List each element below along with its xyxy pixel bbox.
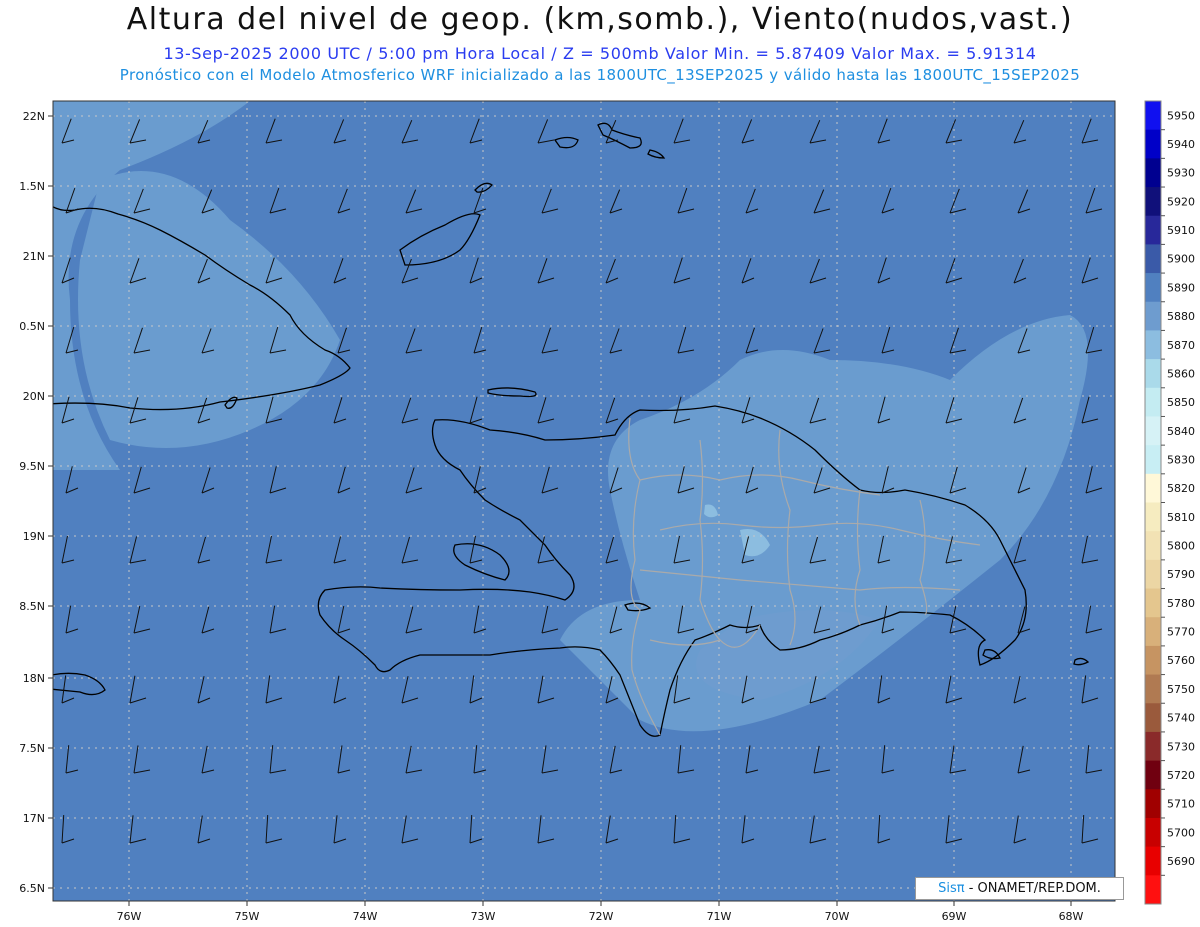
lon-tick-label: 73W	[471, 910, 496, 923]
lat-tick-label: 8.5N	[19, 600, 45, 613]
colorbar-segment	[1145, 789, 1161, 819]
map-figure: 76W 75W 74W 73W 72W 71W 70W 69W 68W 22N 1.5N 21N 0.5…	[19, 100, 1195, 923]
colorbar-segment	[1145, 244, 1161, 274]
colorbar-label: 5710	[1167, 798, 1195, 811]
credit-box: Sisπ - ONAMET/REP.DOM.	[915, 877, 1124, 900]
colorbar-segment	[1145, 301, 1161, 331]
colorbar-segment	[1145, 473, 1161, 503]
lon-tick-label: 74W	[353, 910, 378, 923]
lat-tick-label: 21N	[23, 250, 45, 263]
colorbar-label: 5830	[1167, 453, 1195, 466]
colorbar-label: 5890	[1167, 281, 1195, 294]
colorbar-segment	[1145, 101, 1161, 131]
colorbar-segment	[1145, 129, 1161, 159]
lon-tick-label: 75W	[235, 910, 260, 923]
lon-tick-label: 76W	[117, 910, 142, 923]
colorbar-segment	[1145, 502, 1161, 532]
jamaica-north-coast	[35, 630, 52, 647]
colorbar-label: 5920	[1167, 195, 1195, 208]
lat-tick-label: 19N	[23, 530, 45, 543]
colorbar-segment	[1145, 645, 1161, 676]
colorbar-label: 5720	[1167, 769, 1195, 782]
colorbar-label: 5810	[1167, 511, 1195, 524]
colorbar-segment	[1145, 817, 1161, 848]
colorbar-segment	[1145, 387, 1161, 417]
colorbar-segment	[1145, 559, 1161, 590]
colorbar-label: 5700	[1167, 826, 1195, 839]
colorbar-segment	[1145, 330, 1161, 360]
colorbar-segment	[1145, 158, 1161, 188]
colorbar-label: 5900	[1167, 253, 1195, 266]
lat-tick-label: 18N	[23, 672, 45, 685]
colorbar-segment	[1145, 187, 1161, 217]
lon-tick-label: 68W	[1059, 910, 1084, 923]
credit-sis: Sisπ	[938, 881, 965, 896]
colorbar-segment	[1145, 846, 1161, 876]
lat-tick-label: 0.5N	[19, 320, 45, 333]
lat-tick-label: 17N	[23, 812, 45, 825]
colorbar-label: 5760	[1167, 654, 1195, 667]
lat-tick-label: 6.5N	[19, 882, 45, 895]
lon-tick-label: 70W	[825, 910, 850, 923]
colorbar-label: 5880	[1167, 310, 1195, 323]
colorbar-segment	[1145, 273, 1161, 303]
lat-tick-label: 22N	[23, 110, 45, 123]
colorbar-label: 5800	[1167, 540, 1195, 553]
credit-text: - ONAMET/REP.DOM.	[964, 881, 1101, 896]
colorbar-label: 5950	[1167, 109, 1195, 122]
colorbar-label: 5840	[1167, 425, 1195, 438]
colorbar-label: 5930	[1167, 167, 1195, 180]
colorbar-label: 5750	[1167, 683, 1195, 696]
lat-tick-label: 7.5N	[19, 742, 45, 755]
colorbar-segment	[1145, 588, 1161, 618]
colorbar-segment	[1145, 445, 1161, 475]
lat-tick-label: 20N	[23, 390, 45, 403]
colorbar-segment	[1145, 674, 1161, 704]
colorbar-label: 5860	[1167, 367, 1195, 380]
colorbar-label: 5740	[1167, 712, 1195, 725]
colorbar-label: 5820	[1167, 482, 1195, 495]
colorbar-label: 5910	[1167, 224, 1195, 237]
lat-tick-label: 9.5N	[19, 460, 45, 473]
colorbar-segment	[1145, 416, 1161, 446]
colorbar-label: 5850	[1167, 396, 1195, 409]
colorbar-segment	[1145, 875, 1161, 905]
colorbar-label: 5870	[1167, 339, 1195, 352]
lat-tick-label: 1.5N	[19, 180, 45, 193]
colorbar-label: 5770	[1167, 626, 1195, 639]
colorbar-label: 5780	[1167, 597, 1195, 610]
lon-tick-label: 71W	[707, 910, 732, 923]
colorbar-label: 5940	[1167, 138, 1195, 151]
colorbar-segment	[1145, 731, 1161, 762]
colorbar-segment	[1145, 760, 1161, 790]
colorbar-segment	[1145, 359, 1161, 389]
colorbar-segment	[1145, 617, 1161, 647]
colorbar-segment	[1145, 703, 1161, 733]
colorbar-segment	[1145, 215, 1161, 245]
colorbar-label: 5790	[1167, 568, 1195, 581]
lon-tick-label: 72W	[589, 910, 614, 923]
colorbar-label: 5690	[1167, 855, 1195, 868]
lon-tick-label: 69W	[942, 910, 967, 923]
colorbar-label: 5730	[1167, 740, 1195, 753]
colorbar-segment	[1145, 531, 1161, 561]
colorbar: 5950 5940 5930 5920 5910 5900 5890 5880 5870 5860…	[1144, 100, 1195, 905]
